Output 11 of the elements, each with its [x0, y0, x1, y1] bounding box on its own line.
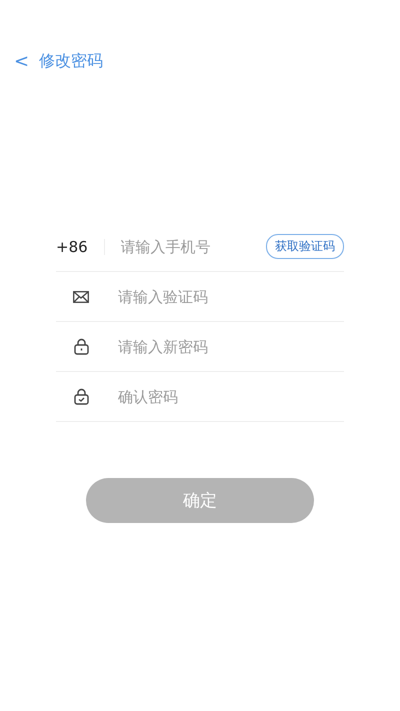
- padlock-icon: [74, 338, 88, 355]
- input-field[interactable]: 请输入验证码: [118, 288, 344, 306]
- back-button[interactable]: <: [14, 50, 30, 72]
- input-field[interactable]: 确认密码: [118, 388, 344, 406]
- input-field[interactable]: 请输入手机号: [120, 238, 266, 256]
- page-title: 修改密码: [39, 50, 104, 72]
- get-code-button[interactable]: 获取验证码: [266, 234, 344, 259]
- country-code[interactable]: +86: [56, 238, 88, 256]
- envelope-icon: [73, 290, 89, 302]
- padlock-check-icon: [74, 388, 88, 405]
- input-field[interactable]: 请输入新密码: [118, 338, 344, 356]
